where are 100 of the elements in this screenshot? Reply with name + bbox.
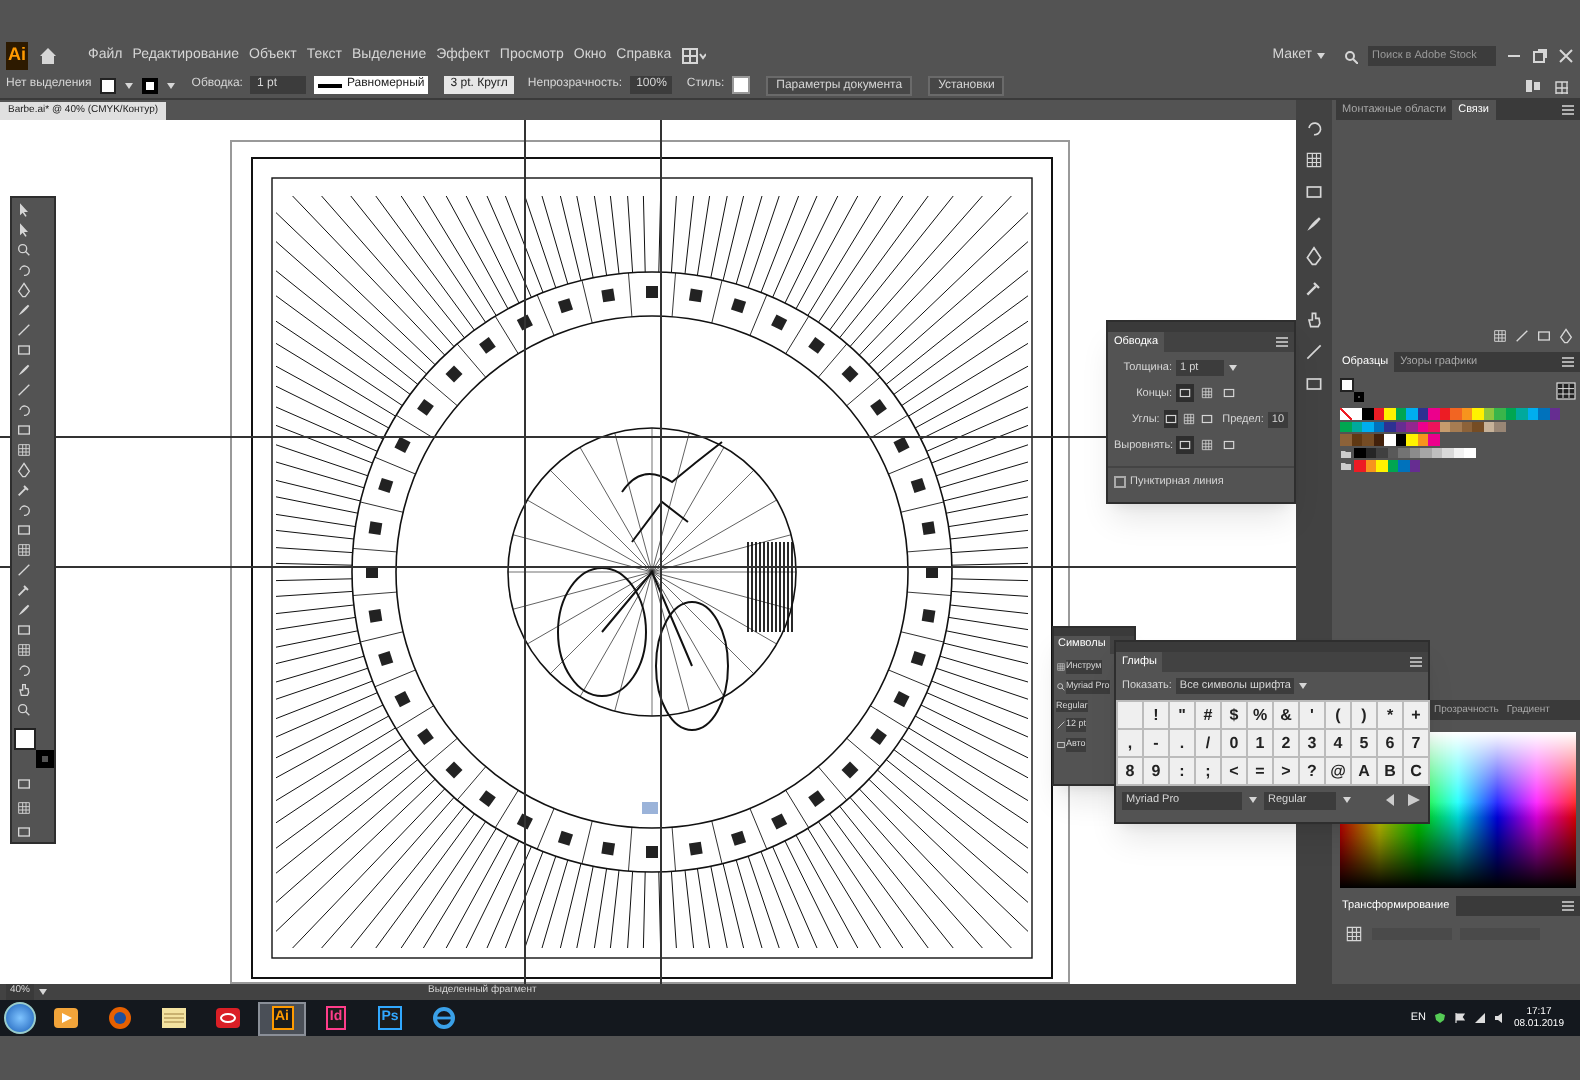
grid-view-icon[interactable]	[1556, 381, 1576, 399]
color-swatch[interactable]	[1384, 434, 1395, 445]
glyph-cell[interactable]: 0	[1222, 730, 1246, 757]
tool-button[interactable]	[14, 380, 34, 398]
glyph-cell[interactable]: 5	[1352, 730, 1376, 757]
glyph-cell[interactable]: B	[1378, 758, 1402, 785]
color-swatch[interactable]	[1420, 447, 1431, 458]
color-swatch[interactable]	[1398, 460, 1409, 471]
align-icon[interactable]	[1524, 77, 1544, 93]
home-icon[interactable]	[38, 46, 58, 66]
glyph-cell[interactable]: ;	[1196, 758, 1220, 785]
color-swatch[interactable]	[1395, 421, 1406, 432]
color-swatch[interactable]	[1398, 447, 1409, 458]
glyph-cell[interactable]: 8	[1118, 758, 1142, 785]
color-swatch[interactable]	[1395, 434, 1406, 445]
caret-icon[interactable]	[165, 81, 176, 89]
color-swatch[interactable]	[1351, 408, 1362, 419]
glyph-cell[interactable]: &	[1274, 702, 1298, 729]
caret-icon[interactable]	[1298, 682, 1309, 691]
color-swatch[interactable]	[1373, 434, 1384, 445]
glyph-cell[interactable]: /	[1196, 730, 1220, 757]
tool-button[interactable]	[14, 700, 34, 718]
glyph-cell[interactable]: +	[1404, 702, 1428, 729]
cap-button[interactable]	[1220, 384, 1238, 403]
color-swatch[interactable]	[1395, 408, 1406, 419]
tool-button[interactable]	[14, 620, 34, 638]
tool-button[interactable]	[14, 340, 34, 358]
panel-button[interactable]	[1302, 180, 1326, 204]
color-swatch[interactable]	[1527, 408, 1538, 419]
fill-swatch[interactable]	[14, 728, 36, 750]
stroke-swatch[interactable]	[36, 750, 54, 768]
color-swatch[interactable]	[1354, 460, 1365, 471]
tool-button[interactable]	[14, 220, 34, 238]
tool-button[interactable]	[14, 320, 34, 338]
align-button[interactable]	[1220, 436, 1238, 455]
no-color-swatch[interactable]	[1340, 408, 1351, 419]
panel-button[interactable]	[1302, 148, 1326, 172]
color-swatch[interactable]	[1406, 434, 1417, 445]
color-swatch[interactable]	[1362, 421, 1373, 432]
style-swatch[interactable]	[732, 76, 751, 94]
glyph-cell[interactable]: C	[1404, 758, 1428, 785]
tool-button[interactable]	[14, 400, 34, 418]
color-swatch[interactable]	[1450, 408, 1461, 419]
color-swatch[interactable]	[1431, 447, 1442, 458]
color-swatch[interactable]	[1376, 447, 1387, 458]
workspace-switcher-icon[interactable]	[681, 48, 706, 64]
glyph-cell[interactable]: )	[1352, 702, 1376, 729]
tool-button[interactable]	[14, 540, 34, 558]
color-swatch[interactable]	[1406, 421, 1417, 432]
cap-button[interactable]	[1198, 384, 1216, 403]
color-swatch[interactable]	[1483, 408, 1494, 419]
glyph-cell[interactable]: ,	[1118, 730, 1142, 757]
speaker-icon[interactable]	[1493, 1012, 1506, 1024]
glyph-cell[interactable]: :	[1170, 758, 1194, 785]
glyph-cell[interactable]: 1	[1248, 730, 1272, 757]
glyph-cell[interactable]: -	[1144, 730, 1168, 757]
tool-button[interactable]	[14, 420, 34, 438]
corner-button[interactable]	[1200, 410, 1215, 429]
color-swatch[interactable]	[1538, 408, 1549, 419]
stroke-swatch[interactable]	[1354, 392, 1364, 402]
color-swatch[interactable]	[1351, 421, 1362, 432]
color-swatch[interactable]	[1417, 421, 1428, 432]
tool-button[interactable]	[14, 822, 34, 840]
glyph-cell[interactable]: 2	[1274, 730, 1298, 757]
panel-button[interactable]	[1302, 212, 1326, 236]
panel-button[interactable]	[1302, 116, 1326, 140]
glyph-cell[interactable]: @	[1326, 758, 1350, 785]
tool-button[interactable]	[14, 640, 34, 658]
glyph-cell[interactable]: 3	[1300, 730, 1324, 757]
color-swatch[interactable]	[1365, 460, 1376, 471]
panel-button[interactable]	[1302, 308, 1326, 332]
menu-icon[interactable]	[1274, 334, 1290, 350]
menu-icon[interactable]	[1560, 102, 1576, 118]
panel-button[interactable]	[1302, 340, 1326, 364]
tool-button[interactable]	[14, 260, 34, 278]
color-swatch[interactable]	[1387, 447, 1398, 458]
align-button[interactable]	[1176, 436, 1194, 455]
color-swatch[interactable]	[1417, 434, 1428, 445]
color-swatch[interactable]	[1409, 447, 1420, 458]
caret-icon[interactable]	[1316, 52, 1326, 60]
tool-button[interactable]	[14, 774, 34, 792]
tool-button[interactable]	[14, 660, 34, 678]
tool-button[interactable]	[14, 200, 34, 218]
color-swatch[interactable]	[1354, 447, 1365, 458]
color-swatch[interactable]	[1453, 447, 1464, 458]
color-swatch[interactable]	[1428, 408, 1439, 419]
close-icon[interactable]	[1558, 48, 1574, 64]
color-swatch[interactable]	[1376, 460, 1387, 471]
tool-button[interactable]	[14, 680, 34, 698]
tool-button[interactable]	[14, 440, 34, 458]
caret-icon[interactable]	[1228, 364, 1238, 373]
color-swatch[interactable]	[1373, 408, 1384, 419]
glyph-cell[interactable]: A	[1352, 758, 1376, 785]
glyph-cell[interactable]: "	[1170, 702, 1194, 729]
color-swatch[interactable]	[1494, 408, 1505, 419]
color-swatch[interactable]	[1472, 421, 1483, 432]
flag-icon[interactable]	[1453, 1012, 1466, 1024]
color-swatch[interactable]	[1549, 408, 1560, 419]
panel-button[interactable]	[1302, 372, 1326, 396]
menu-icon[interactable]	[1560, 898, 1576, 914]
